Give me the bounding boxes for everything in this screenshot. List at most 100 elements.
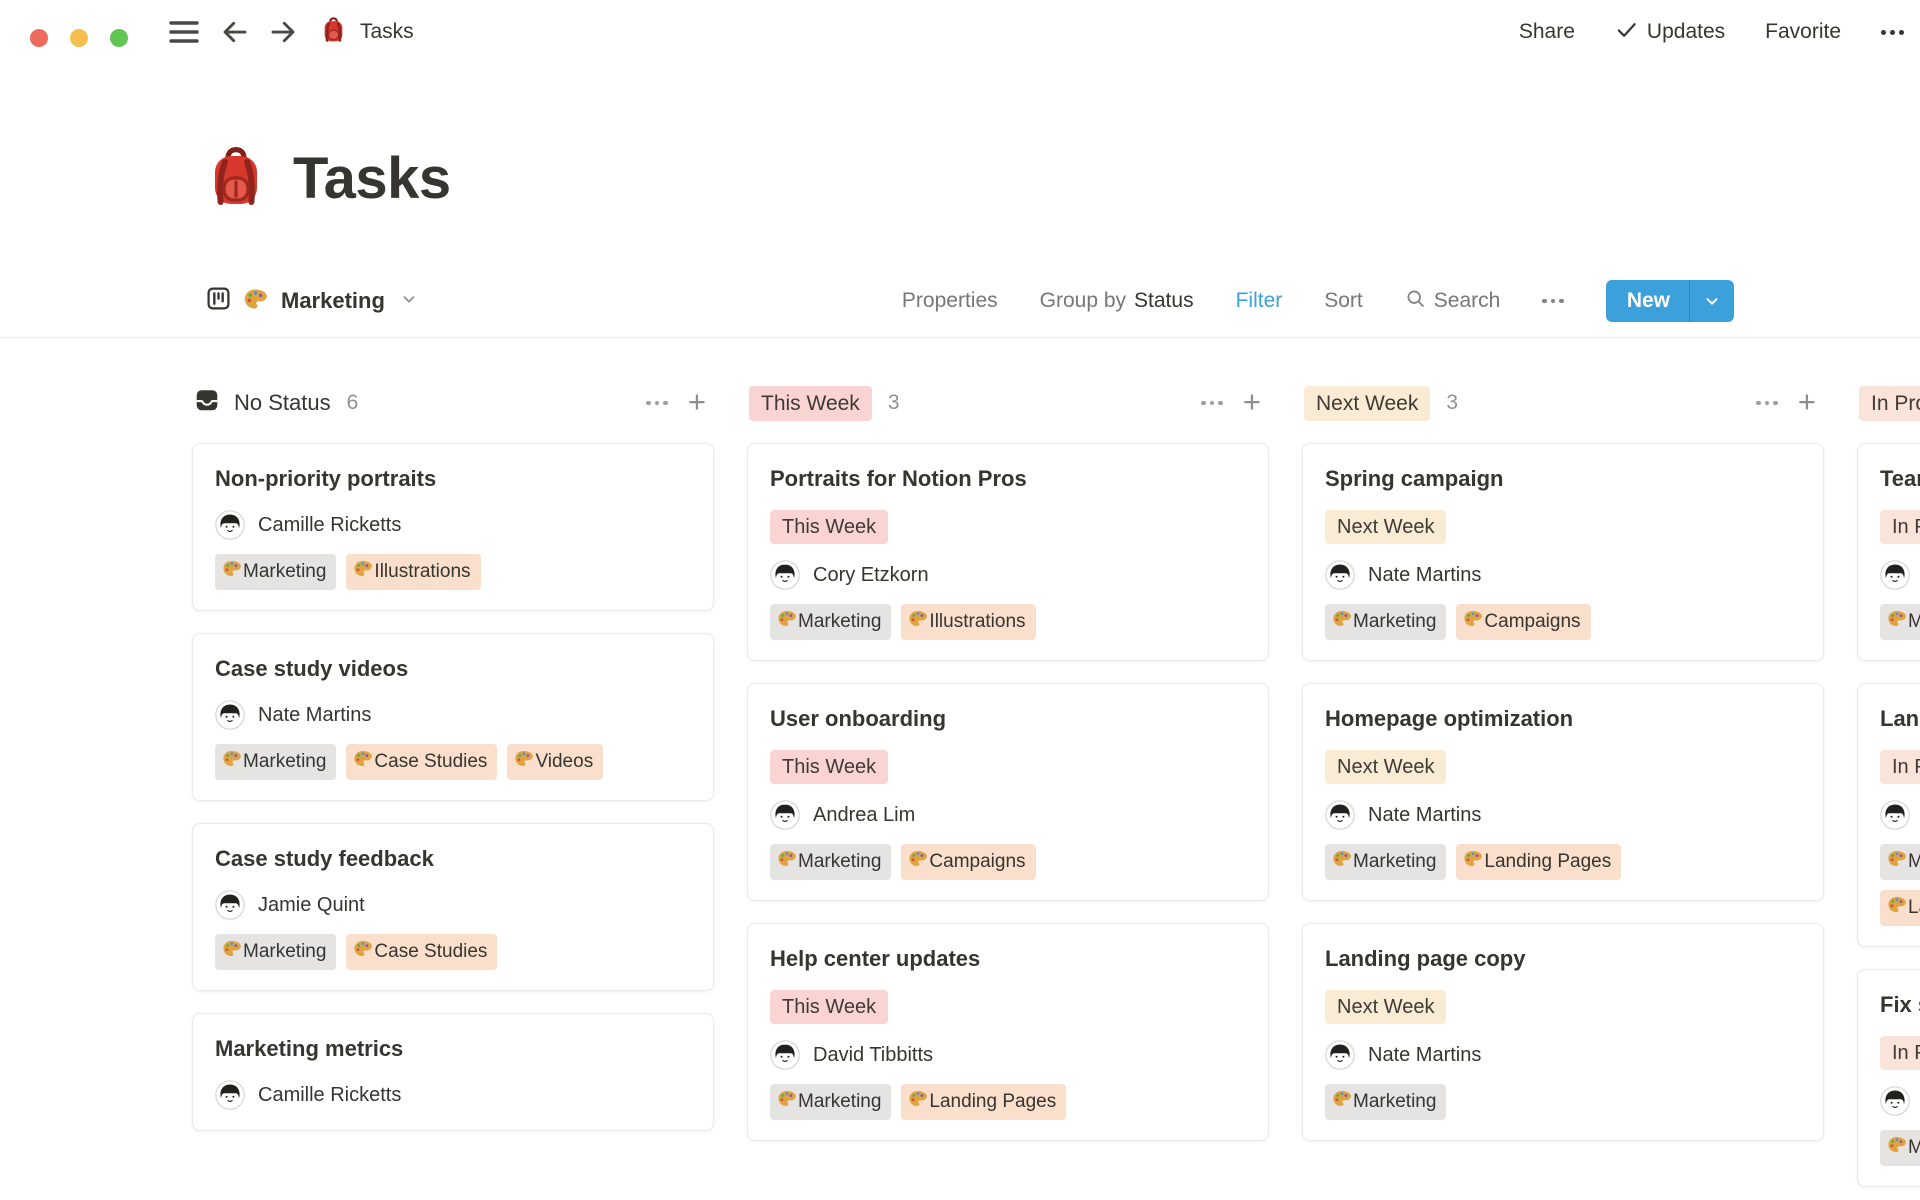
board-card[interactable]: Case study feedbackJamie QuintMarketingC… (192, 823, 714, 991)
tag-label: Marketing (798, 1090, 881, 1114)
board-card[interactable]: Non-priority portraitsCamille RickettsMa… (192, 443, 714, 611)
column-cards: TearIn ProgressDMarketing LandIn Progress… (1857, 443, 1920, 1187)
tag: Landing Pages (901, 1084, 1066, 1120)
favorite-button[interactable]: Favorite (1765, 20, 1841, 44)
tag-label: Campaigns (1484, 610, 1580, 634)
avatar (1325, 800, 1355, 830)
card-title: Case study videos (215, 654, 691, 684)
board-card[interactable]: Spring campaignNext WeekNate MartinsMark… (1302, 443, 1824, 661)
backpack-icon (320, 16, 347, 49)
add-card-button[interactable]: + (1243, 386, 1261, 417)
palette-icon (1332, 849, 1351, 875)
filter-button[interactable]: Filter (1236, 289, 1283, 313)
status-tag: This Week (770, 990, 888, 1024)
chevron-down-icon (400, 290, 418, 313)
card-person-row: Cory Etzkorn (770, 560, 1246, 590)
back-arrow-icon[interactable] (220, 0, 250, 64)
tag-label: Marketing (1353, 850, 1436, 874)
search-icon (1405, 288, 1426, 315)
column-options-icon[interactable] (646, 401, 668, 406)
card-person-row: D (1880, 1086, 1920, 1116)
avatar (770, 800, 800, 830)
tag-label: Landing Pages (929, 1090, 1056, 1114)
check-icon (1615, 18, 1638, 47)
column-status-pill[interactable]: In Progress (1859, 386, 1920, 421)
palette-icon (1463, 849, 1482, 875)
share-button[interactable]: Share (1519, 20, 1575, 44)
person-name: Nate Martins (1368, 1044, 1481, 1067)
card-person-row: Andrea Lim (770, 800, 1246, 830)
properties-button[interactable]: Properties (902, 289, 998, 313)
tag-label: Marketing (243, 750, 326, 774)
card-tags-row: Marketing (1325, 1084, 1801, 1120)
view-switcher[interactable]: Marketing (205, 285, 418, 317)
column-title-label: No Status (234, 390, 331, 416)
board-card[interactable]: Portraits for Notion ProsThis WeekCory E… (747, 443, 1269, 661)
column-status-pill[interactable]: Next Week (1304, 386, 1430, 421)
card-status-row: Next Week (1325, 510, 1801, 544)
more-options-icon[interactable] (1881, 30, 1904, 35)
tag: Marketing (215, 744, 336, 780)
palette-icon (514, 749, 533, 775)
card-title: Spring campaign (1325, 464, 1801, 494)
palette-icon (777, 609, 796, 635)
board-card[interactable]: LandIn ProgressCMarketingLanding Pages (1857, 683, 1920, 947)
card-person-row: Nate Martins (215, 700, 691, 730)
breadcrumb[interactable]: Tasks (320, 0, 414, 64)
card-tags-row: MarketingCampaigns (770, 844, 1246, 880)
page-backpack-icon[interactable] (204, 144, 268, 213)
palette-icon (1887, 609, 1906, 635)
tag: Marketing (1880, 1130, 1920, 1166)
tag-label: Videos (535, 750, 593, 774)
column-title[interactable]: No Status (194, 387, 331, 419)
avatar (1325, 560, 1355, 590)
column-status-pill[interactable]: This Week (749, 386, 872, 421)
tag-label: Marketing (243, 560, 326, 584)
column-header: This Week3+ (747, 385, 1269, 421)
column-options-icon[interactable] (1756, 401, 1778, 406)
palette-icon (1463, 609, 1482, 635)
board-card[interactable]: Case study videos Nate Martins Marketing Ca… (192, 633, 714, 801)
updates-button[interactable]: Updates (1615, 18, 1725, 47)
board-card[interactable]: Fix sIn ProgressDMarketing (1857, 969, 1920, 1187)
board-card[interactable]: Homepage optimizationNext WeekNate Marti… (1302, 683, 1824, 901)
column-cards: Portraits for Notion ProsThis WeekCory E… (747, 443, 1269, 1141)
card-person-row: Camille Ricketts (215, 1080, 691, 1110)
card-status-row: This Week (770, 510, 1246, 544)
board-card[interactable]: Marketing metrics Camille Ricketts (192, 1013, 714, 1131)
tag-label: Landing Pages (1908, 896, 1920, 920)
tag-label: Case Studies (374, 750, 487, 774)
new-button[interactable]: New (1606, 280, 1734, 322)
tag: Videos (507, 744, 603, 780)
person-name: Camille Ricketts (258, 514, 401, 537)
tag: Landing Pages (1456, 844, 1621, 880)
board-card[interactable]: User onboardingThis WeekAndrea LimMarket… (747, 683, 1269, 901)
add-card-button[interactable]: + (1798, 386, 1816, 417)
view-options-icon[interactable] (1542, 299, 1564, 304)
new-dropdown-chevron-icon[interactable] (1690, 280, 1734, 322)
palette-icon (777, 1089, 796, 1115)
card-person-row: David Tibbitts (770, 1040, 1246, 1070)
column-options-icon[interactable] (1201, 401, 1223, 406)
board-card[interactable]: TearIn ProgressDMarketing (1857, 443, 1920, 661)
tag-label: Marketing (1353, 610, 1436, 634)
sidebar-menu-icon[interactable] (168, 0, 200, 64)
group-by-button[interactable]: Group byStatus (1040, 289, 1194, 313)
card-title: Marketing metrics (215, 1034, 691, 1064)
card-tags-row: MarketingIllustrations (215, 554, 691, 590)
add-card-button[interactable]: + (688, 386, 706, 417)
palette-icon (222, 939, 241, 965)
zoom-window-button[interactable] (110, 29, 128, 47)
card-status-row: In Progress (1880, 750, 1920, 784)
sort-button[interactable]: Sort (1324, 289, 1363, 313)
board-card[interactable]: Landing page copyNext WeekNate MartinsMa… (1302, 923, 1824, 1141)
search-button[interactable]: Search (1405, 288, 1501, 315)
close-window-button[interactable] (30, 29, 48, 47)
board-card[interactable]: Help center updatesThis WeekDavid Tibbit… (747, 923, 1269, 1141)
tag-label: Marketing (798, 850, 881, 874)
forward-arrow-icon[interactable] (268, 0, 298, 64)
page-title[interactable]: Tasks (293, 145, 451, 212)
minimize-window-button[interactable] (70, 29, 88, 47)
tag-label: Marketing (1353, 1090, 1436, 1114)
tag: Marketing (215, 554, 336, 590)
